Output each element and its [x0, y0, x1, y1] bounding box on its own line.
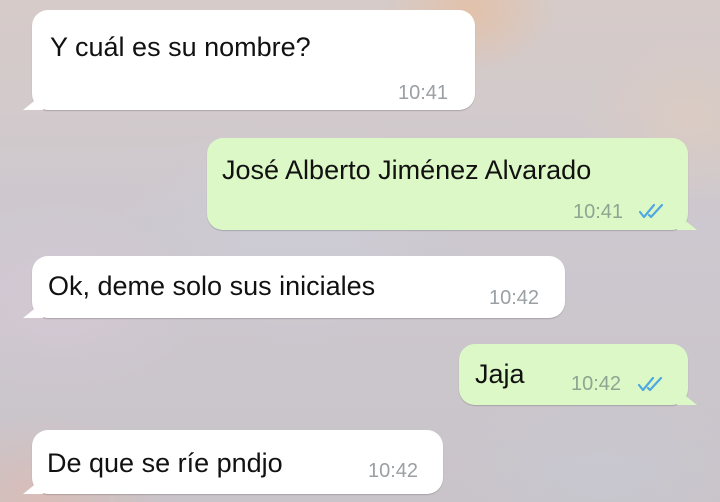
message-text: Y cuál es su nombre? [50, 32, 311, 62]
chat-thread: Y cuál es su nombre? 10:41 José Alberto … [0, 0, 720, 502]
message-bubble-outgoing[interactable]: José Alberto Jiménez Alvarado 10:41 [207, 138, 688, 230]
message-timestamp: 10:42 [368, 460, 419, 482]
double-check-read-icon [637, 376, 663, 392]
message-bubble-incoming[interactable]: Y cuál es su nombre? 10:41 [32, 10, 475, 110]
message-bubble-outgoing[interactable]: Jaja 10:42 [459, 344, 688, 405]
message-timestamp: 10:41 [573, 201, 624, 223]
message-text: De que se ríe pndjo [47, 448, 283, 478]
message-bubble-incoming[interactable]: De que se ríe pndjo 10:42 [32, 430, 443, 494]
message-text: José Alberto Jiménez Alvarado [222, 155, 592, 185]
message-timestamp: 10:41 [398, 82, 449, 104]
double-check-read-icon [638, 203, 664, 219]
message-timestamp: 10:42 [489, 287, 540, 309]
message-text: Ok, deme solo sus iniciales [48, 271, 376, 301]
message-text: Jaja [475, 359, 525, 389]
message-timestamp: 10:42 [571, 373, 622, 395]
message-bubble-incoming[interactable]: Ok, deme solo sus iniciales 10:42 [32, 256, 565, 318]
